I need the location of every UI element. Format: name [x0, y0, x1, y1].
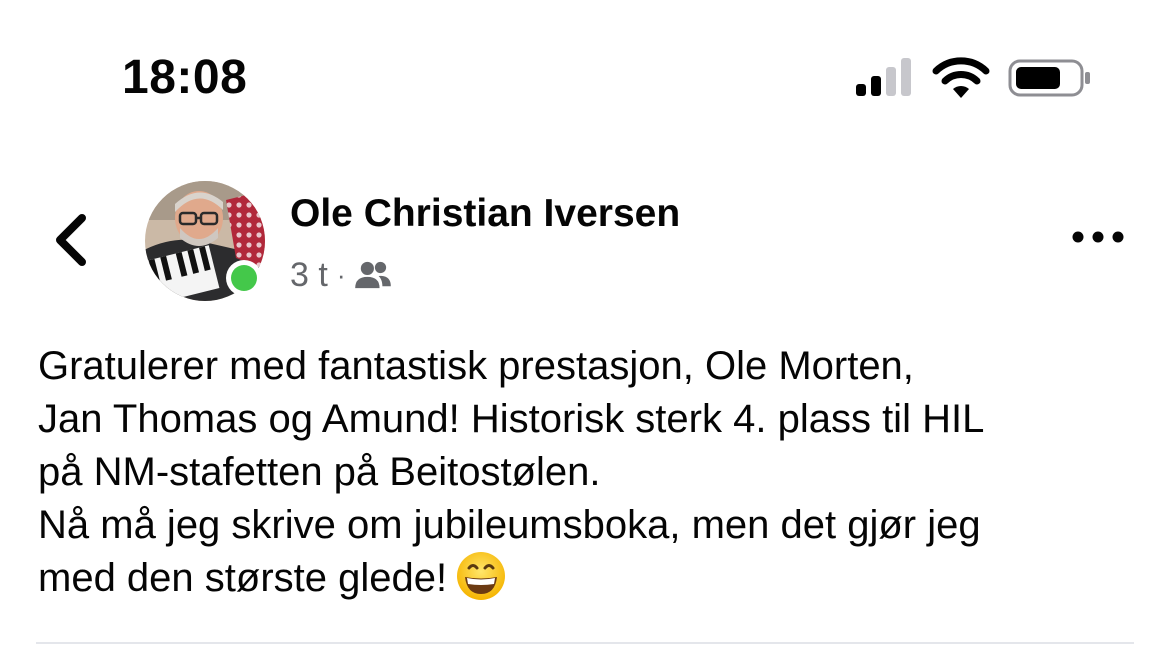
- status-bar: 18:08: [0, 0, 1170, 130]
- post-meta: 3 t ·: [290, 254, 392, 296]
- back-arrow-icon[interactable]: [44, 210, 100, 270]
- cellular-signal-icon: [856, 58, 911, 96]
- battery-icon: [1008, 59, 1090, 97]
- post-text-line: med den største glede!: [38, 556, 448, 600]
- post-header: Ole Christian Iversen 3 t ·: [0, 170, 1170, 310]
- grinning-face-emoji: [457, 552, 506, 601]
- post-timestamp[interactable]: 3 t: [290, 256, 328, 295]
- post-text-line: Nå må jeg skrive om jubileumsboka, men d…: [38, 503, 981, 547]
- friends-icon[interactable]: [354, 260, 392, 290]
- divider: [36, 642, 1134, 644]
- meta-separator: ·: [336, 259, 346, 290]
- author-name[interactable]: Ole Christian Iversen: [290, 192, 680, 236]
- wifi-icon: [932, 57, 990, 98]
- post-text-line: Gratulerer med fantastisk prestasjon, Ol…: [38, 344, 914, 388]
- post-text-line: Jan Thomas og Amund! Historisk sterk 4. …: [38, 397, 985, 441]
- more-options-icon[interactable]: [1068, 220, 1128, 254]
- post-text: Gratulerer med fantastisk prestasjon, Ol…: [38, 340, 1148, 606]
- post-text-last-line: med den største glede!: [38, 552, 1148, 606]
- post-text-line: på NM-stafetten på Beitostølen.: [38, 450, 601, 494]
- online-status-indicator: [226, 260, 262, 296]
- status-time: 18:08: [122, 51, 248, 104]
